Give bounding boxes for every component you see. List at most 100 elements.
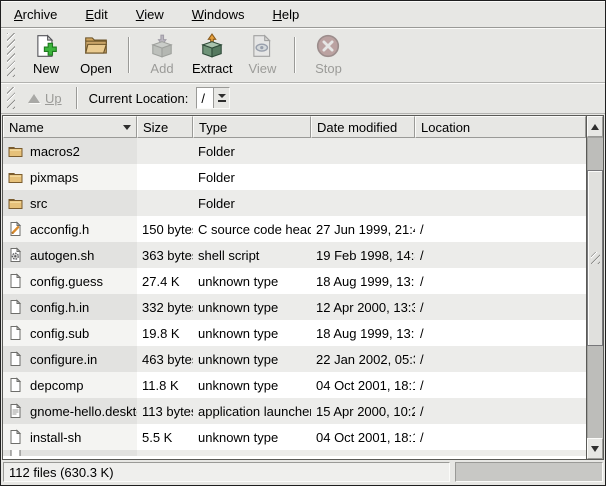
location-cell: / [415, 320, 586, 346]
toolbar-button-label: View [248, 61, 276, 76]
location-cell [415, 164, 586, 190]
type-cell: Folder [193, 138, 311, 164]
name-cell: install-sh [3, 424, 137, 450]
extract-button[interactable]: Extract [187, 31, 237, 79]
table-row[interactable]: config.sub 19.8 K unknown type 18 Aug 19… [3, 320, 586, 346]
file-type: Folder [198, 170, 235, 185]
size-cell: 113 bytes [137, 398, 193, 424]
scroll-down-button[interactable] [587, 438, 603, 459]
table-row[interactable]: config.h.in 332 bytes unknown type 12 Ap… [3, 294, 586, 320]
table-row[interactable] [3, 450, 586, 456]
file-type: shell script [198, 248, 259, 263]
status-bar: 112 files (630.3 K) [1, 460, 605, 485]
scrollbar-thumb[interactable] [587, 170, 603, 346]
file-name: macros2 [30, 144, 80, 159]
file-list-body: macros2 Folder pixmaps Folder [3, 138, 586, 459]
type-cell: unknown type [193, 320, 311, 346]
file-date-modified: 18 Aug 1999, 13:53 [316, 326, 415, 341]
vertical-scrollbar[interactable] [586, 116, 603, 459]
scroll-up-button[interactable] [587, 116, 603, 137]
date-modified-cell: 04 Oct 2001, 18:12 [311, 424, 415, 450]
table-row[interactable]: src Folder [3, 190, 586, 216]
table-row[interactable]: macros2 Folder [3, 138, 586, 164]
column-header-name[interactable]: Name [3, 116, 137, 138]
new-button[interactable]: New [21, 31, 71, 79]
file-date-modified: 12 Apr 2000, 13:36 [316, 300, 415, 315]
file-type: C source code header [198, 222, 311, 237]
file-name: autogen.sh [30, 248, 94, 263]
location-cell: / [415, 268, 586, 294]
table-row[interactable]: acconfig.h 150 bytes C source code heade… [3, 216, 586, 242]
menu-windows[interactable]: Windows [183, 3, 254, 26]
file-date-modified: 22 Jan 2002, 05:35 [316, 352, 415, 367]
file-location: / [420, 378, 424, 393]
location-cell [415, 190, 586, 216]
document-icon [7, 450, 25, 456]
menu-archive[interactable]: Archive [5, 3, 66, 26]
toolbar-button-label: Add [150, 61, 173, 76]
document-icon [7, 299, 25, 316]
location-combo-dropdown[interactable] [213, 88, 229, 108]
column-header-location[interactable]: Location [415, 116, 586, 138]
date-modified-cell: 19 Feb 1998, 14:31 [311, 242, 415, 268]
file-name: config.sub [30, 326, 89, 341]
open-button[interactable]: Open [71, 31, 121, 79]
column-header-date-modified[interactable]: Date modified [311, 116, 415, 138]
status-message-box: 112 files (630.3 K) [3, 462, 450, 482]
size-cell: 27.4 K [137, 268, 193, 294]
size-cell [137, 164, 193, 190]
document-icon [7, 377, 25, 394]
table-row[interactable]: configure.in 463 bytes unknown type 22 J… [3, 346, 586, 372]
column-header-type[interactable]: Type [193, 116, 311, 138]
toolbar-drag-handle[interactable] [7, 33, 15, 77]
location-bar-drag-handle[interactable] [7, 87, 15, 109]
file-date-modified: 15 Apr 2000, 10:21 [316, 404, 415, 419]
menu-help[interactable]: Help [263, 3, 308, 26]
file-size: 363 bytes [142, 248, 193, 263]
type-cell: shell script [193, 242, 311, 268]
column-header-label: Type [199, 120, 227, 135]
file-location: / [420, 248, 424, 263]
file-name: install-sh [30, 430, 81, 445]
file-date-modified: 27 Jun 1999, 21:49 [316, 222, 415, 237]
stop-button: Stop [303, 31, 353, 79]
column-header-size[interactable]: Size [137, 116, 193, 138]
add-files-icon [149, 33, 175, 59]
name-cell: acconfig.h [3, 216, 137, 242]
table-row[interactable]: config.guess 27.4 K unknown type 18 Aug … [3, 268, 586, 294]
file-list: Name Size Type Date modified Location [3, 116, 586, 459]
table-row[interactable]: depcomp 11.8 K unknown type 04 Oct 2001,… [3, 372, 586, 398]
archive-manager-window: Archive Edit View Windows Help New [0, 0, 606, 486]
location-combo[interactable]: / [196, 87, 230, 109]
menu-edit[interactable]: Edit [76, 3, 116, 26]
table-row[interactable]: gnome-hello.desktop 113 bytes applicatio… [3, 398, 586, 424]
table-row[interactable]: pixmaps Folder [3, 164, 586, 190]
column-header-label: Date modified [317, 120, 397, 135]
type-cell: Folder [193, 164, 311, 190]
menu-view[interactable]: View [127, 3, 173, 26]
file-type: unknown type [198, 352, 278, 367]
name-cell: macros2 [3, 138, 137, 164]
size-cell: 463 bytes [137, 346, 193, 372]
table-row[interactable]: install-sh 5.5 K unknown type 04 Oct 200… [3, 424, 586, 450]
scroll-up-arrow-icon [591, 124, 599, 130]
toolbar-button-label: New [33, 61, 59, 76]
table-row[interactable]: autogen.sh 363 bytes shell script 19 Feb… [3, 242, 586, 268]
size-cell: 332 bytes [137, 294, 193, 320]
file-size: 5.5 K [142, 430, 172, 445]
date-modified-cell: 15 Apr 2000, 10:21 [311, 398, 415, 424]
type-cell: application launcher [193, 398, 311, 424]
scrollbar-track[interactable] [587, 137, 603, 438]
file-type: unknown type [198, 274, 278, 289]
toolbar: New Open Add [1, 28, 605, 83]
name-cell: configure.in [3, 346, 137, 372]
type-cell: unknown type [193, 346, 311, 372]
open-archive-icon [83, 33, 109, 59]
size-cell: 150 bytes [137, 216, 193, 242]
location-bar: Up Current Location: / [1, 83, 605, 114]
type-cell [193, 450, 311, 456]
file-date-modified: 04 Oct 2001, 18:12 [316, 378, 415, 393]
file-size: 113 bytes [142, 404, 193, 419]
toolbar-button-label: Stop [315, 61, 342, 76]
name-cell: autogen.sh [3, 242, 137, 268]
